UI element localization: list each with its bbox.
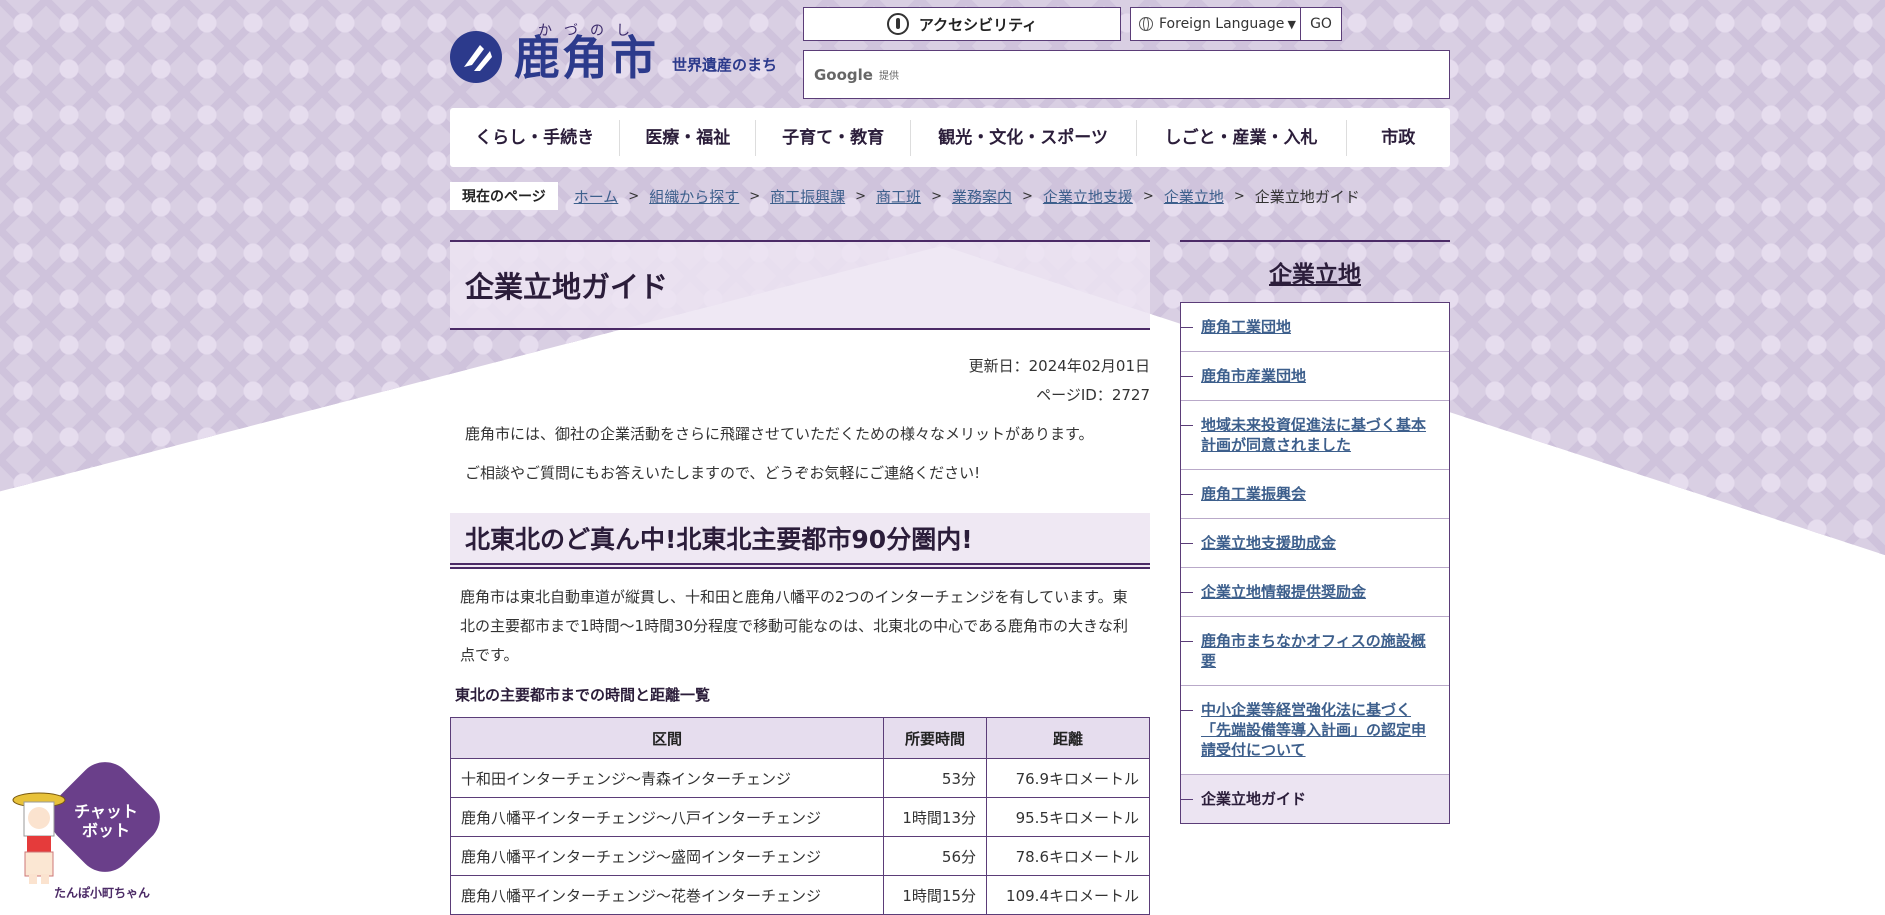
language-select[interactable]: Foreign Language	[1159, 16, 1288, 32]
page-title: 企業立地ガイド	[450, 240, 1150, 330]
table-row: 鹿角八幡平インターチェンジ～八戸インターチェンジ 1時間13分 95.5キロメー…	[450, 797, 1150, 837]
breadcrumb: 現在のページ ホーム > 組織から探す > 商工振興課 > 商工班 > 業務案内 > 企業…	[450, 182, 1360, 210]
table-cell-time: 56分	[883, 836, 987, 876]
sidebar-item: 鹿角工業団地	[1181, 303, 1449, 352]
table-cell-route: 鹿角八幡平インターチェンジ～盛岡インターチェンジ	[450, 836, 884, 876]
nav-item-industry[interactable]: しごと・産業・入札	[1137, 119, 1347, 156]
table-cell-distance: 76.9キロメートル	[986, 758, 1150, 798]
language-go-button[interactable]: GO	[1300, 8, 1341, 40]
page-meta: 更新日：2024年02月01日 ページID：2727	[450, 352, 1150, 410]
chatbot-label: チャット ボット	[66, 802, 146, 840]
sidebar-link-equipment-plan[interactable]: 中小企業等経営強化法に基づく「先端設備等導入計画」の認定申請受付について	[1201, 701, 1426, 759]
table-caption: 東北の主要都市までの時間と距離一覧	[455, 686, 711, 704]
accessibility-label: アクセシビリティ	[918, 15, 1038, 34]
nav-item-tourism[interactable]: 観光・文化・スポーツ	[911, 119, 1137, 156]
sidebar-link-subsidy[interactable]: 企業立地支援助成金	[1201, 534, 1336, 552]
breadcrumb-link-support[interactable]: 企業立地支援	[1043, 186, 1133, 207]
table-cell-distance: 78.6キロメートル	[986, 836, 1150, 876]
sidebar-item: 鹿角市まちなかオフィスの施設概要	[1181, 617, 1449, 686]
intro-text-1: 鹿角市には、御社の企業活動をさらに飛躍させていただくための様々なメリットがありま…	[465, 425, 1094, 443]
updated-date: 更新日：2024年02月01日	[968, 357, 1150, 375]
chevron-right-icon: >	[628, 188, 640, 204]
sidebar-link-regional-investment[interactable]: 地域未来投資促進法に基づく基本計画が同意されました	[1201, 416, 1426, 454]
table-header: 距離	[986, 717, 1150, 759]
sidebar-item: 地域未来投資促進法に基づく基本計画が同意されました	[1181, 401, 1449, 470]
page-id: ページID：2727	[1036, 386, 1150, 404]
distance-table: 区間 所要時間 距離 十和田インターチェンジ～青森インターチェンジ 53分 76…	[450, 717, 1150, 915]
sidebar-link-industry-association[interactable]: 鹿角工業振興会	[1201, 485, 1306, 503]
sidebar-title-link[interactable]: 企業立地	[1180, 240, 1450, 302]
table-cell-route: 十和田インターチェンジ～青森インターチェンジ	[450, 758, 884, 798]
site-logo[interactable]: かづのし 鹿角市 世界遺産のまち	[450, 20, 800, 90]
intro-text-2: ご相談やご質問にもお答えいたしますので、どうぞお気軽にご連絡ください!	[465, 464, 981, 482]
table-cell-time: 1時間15分	[883, 875, 987, 915]
mascot-icon	[12, 792, 66, 884]
breadcrumb-link-location[interactable]: 企業立地	[1164, 186, 1224, 207]
search-brand: Google	[814, 65, 873, 84]
sidebar-link-info-incentive[interactable]: 企業立地情報提供奨励金	[1201, 583, 1366, 601]
chevron-right-icon: >	[855, 188, 867, 204]
language-selector: Foreign Language ▼ GO	[1130, 7, 1342, 41]
table-header: 区間	[450, 717, 884, 759]
breadcrumb-link-business[interactable]: 業務案内	[952, 186, 1012, 207]
accessibility-icon	[886, 13, 909, 35]
table-cell-distance: 109.4キロメートル	[986, 875, 1150, 915]
logo-subtitle: 世界遺産のまち	[672, 56, 778, 74]
city-emblem-icon	[450, 31, 502, 83]
sidebar-link-office-facility[interactable]: 鹿角市まちなかオフィスの施設概要	[1201, 632, 1426, 670]
globe-icon	[1139, 17, 1153, 31]
table-cell-time: 53分	[883, 758, 987, 798]
sidebar-item: 企業立地情報提供奨励金	[1181, 568, 1449, 617]
breadcrumb-link-home[interactable]: ホーム	[574, 186, 619, 207]
section-text: 鹿角市は東北自動車道が縦貫し、十和田と鹿角八幡平の2つのインターチェンジを有して…	[460, 588, 1129, 664]
search-input[interactable]: Google 提供	[803, 50, 1450, 99]
chevron-right-icon: >	[1021, 188, 1033, 204]
global-nav: くらし・手続き 医療・福祉 子育て・教育 観光・文化・スポーツ しごと・産業・入…	[450, 108, 1450, 167]
nav-item-cityhall[interactable]: 市政	[1347, 120, 1450, 156]
sidebar-item: 中小企業等経営強化法に基づく「先端設備等導入計画」の認定申請受付について	[1181, 686, 1449, 775]
breadcrumb-link-org[interactable]: 組織から探す	[649, 186, 739, 207]
table-cell-time: 1時間13分	[883, 797, 987, 837]
chatbot-caption: たんぽ小町ちゃん	[54, 886, 151, 900]
breadcrumb-link-commerce[interactable]: 商工振興課	[770, 186, 845, 207]
breadcrumb-current-page: 企業立地ガイド	[1254, 187, 1360, 206]
breadcrumb-link-section[interactable]: 商工班	[876, 186, 921, 207]
nav-item-childcare[interactable]: 子育て・教育	[756, 119, 911, 156]
table-header: 所要時間	[883, 717, 987, 759]
sidebar: 企業立地 鹿角工業団地 鹿角市産業団地 地域未来投資促進法に基づく基本計画が同意…	[1180, 240, 1450, 824]
table-cell-route: 鹿角八幡平インターチェンジ～花巻インターチェンジ	[450, 875, 884, 915]
table-row: 鹿角八幡平インターチェンジ～盛岡インターチェンジ 56分 78.6キロメートル	[450, 836, 1150, 876]
sidebar-item-current: 企業立地ガイド	[1181, 775, 1449, 823]
table-row: 十和田インターチェンジ～青森インターチェンジ 53分 76.9キロメートル	[450, 758, 1150, 798]
chatbot-label-line1: チャット	[74, 802, 138, 821]
accessibility-button[interactable]: アクセシビリティ	[803, 7, 1121, 41]
table-header-row: 区間 所要時間 距離	[450, 717, 1150, 759]
sidebar-link-city-industrial-park[interactable]: 鹿角市産業団地	[1201, 367, 1306, 385]
table-cell-route: 鹿角八幡平インターチェンジ～八戸インターチェンジ	[450, 797, 884, 837]
table-cell-distance: 95.5キロメートル	[986, 797, 1150, 837]
main-content: 企業立地ガイド 更新日：2024年02月01日 ページID：2727 鹿角市には…	[450, 240, 1150, 915]
sidebar-list: 鹿角工業団地 鹿角市産業団地 地域未来投資促進法に基づく基本計画が同意されました…	[1180, 302, 1450, 824]
chevron-right-icon: >	[1142, 188, 1154, 204]
breadcrumb-current-label: 現在のページ	[450, 182, 558, 210]
chevron-right-icon: >	[749, 188, 761, 204]
logo-city-name: 鹿角市	[514, 31, 658, 85]
nav-item-living[interactable]: くらし・手続き	[450, 119, 621, 156]
section-heading: 北東北のど真ん中!北東北主要都市90分圏内!	[450, 513, 1150, 569]
chatbot-label-line2: ボット	[81, 821, 130, 840]
chevron-right-icon: >	[931, 188, 942, 204]
sidebar-link-industrial-park[interactable]: 鹿角工業団地	[1201, 318, 1291, 336]
table-row: 鹿角八幡平インターチェンジ～花巻インターチェンジ 1時間15分 109.4キロメ…	[450, 875, 1150, 915]
search-provided-label: 提供	[878, 71, 899, 82]
sidebar-item: 企業立地支援助成金	[1181, 519, 1449, 568]
sidebar-item: 鹿角市産業団地	[1181, 352, 1449, 401]
caret-down-icon: ▼	[1287, 17, 1296, 31]
nav-item-medical[interactable]: 医療・福祉	[620, 119, 757, 156]
sidebar-item: 鹿角工業振興会	[1181, 470, 1449, 519]
chevron-right-icon: >	[1233, 188, 1245, 204]
chatbot-button[interactable]: チャット ボット たんぽ小町ちゃん	[0, 750, 172, 910]
